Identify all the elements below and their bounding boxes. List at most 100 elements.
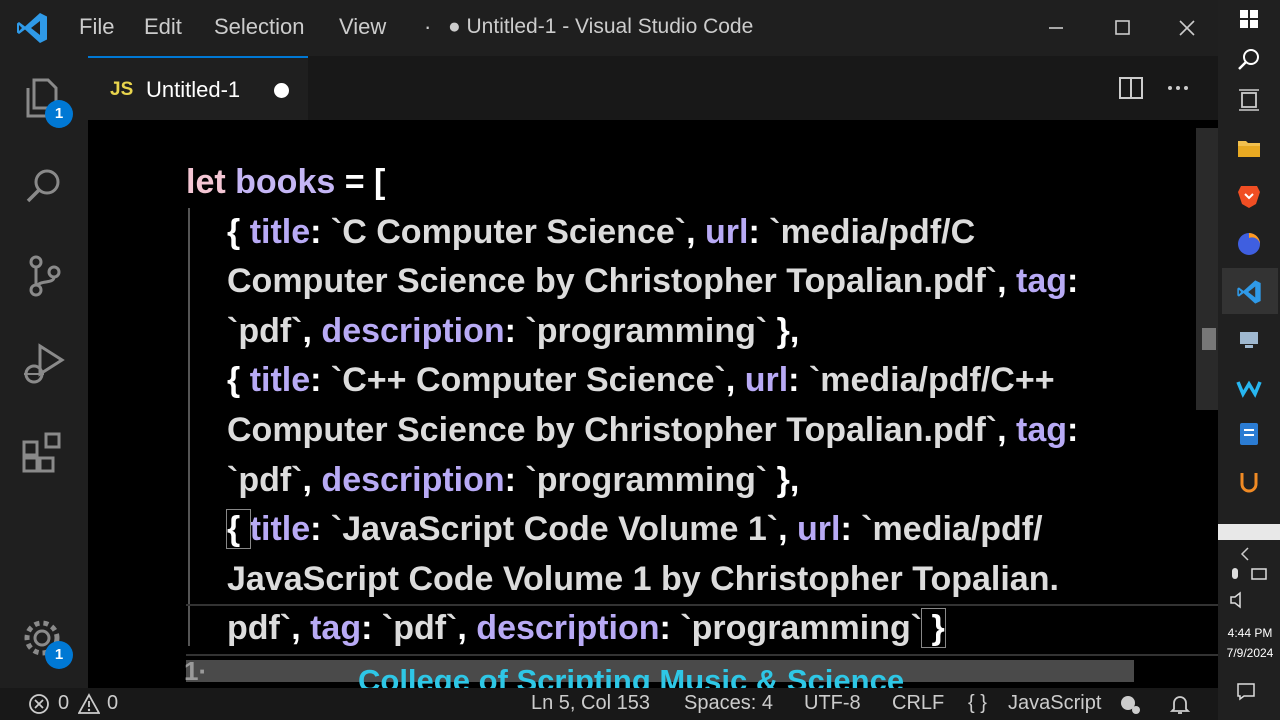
punct: : bbox=[361, 609, 382, 648]
vscode-logo-icon[interactable] bbox=[14, 10, 50, 46]
run-debug-icon[interactable] bbox=[20, 340, 68, 388]
punct: , bbox=[725, 361, 745, 400]
extensions-icon[interactable] bbox=[20, 428, 68, 476]
string: `C++ Computer Science` bbox=[330, 361, 726, 400]
menu-file[interactable]: File bbox=[79, 14, 114, 40]
word-document-icon[interactable] bbox=[1235, 420, 1263, 448]
punct: , bbox=[778, 510, 797, 549]
punct: : bbox=[659, 609, 681, 648]
code-line: pdf`, tag: `pdf`, description: `programm… bbox=[186, 604, 1206, 654]
property: url bbox=[744, 361, 789, 400]
operator: = [ bbox=[335, 163, 386, 201]
code-line: `pdf`, description: `programming` }, bbox=[186, 307, 1206, 357]
javascript-file-icon: JS bbox=[110, 79, 134, 100]
explorer-badge: 1 bbox=[45, 100, 73, 128]
menu-more[interactable]: · bbox=[424, 14, 431, 40]
code-text[interactable]: let books = [ { title: `C Computer Scien… bbox=[186, 158, 1206, 654]
bell-icon[interactable] bbox=[1168, 692, 1192, 716]
warning-icon[interactable] bbox=[78, 693, 100, 715]
property: tag bbox=[1016, 410, 1068, 449]
string: `media/pdf/C++ bbox=[808, 361, 1055, 400]
code-line: { title: `C++ Computer Science`, url: `m… bbox=[186, 356, 1206, 406]
cursor-position[interactable]: Ln 5, Col 153 bbox=[531, 692, 650, 715]
windows-start-icon[interactable] bbox=[1238, 8, 1260, 30]
punct: : bbox=[788, 361, 809, 400]
settings-badge: 1 bbox=[45, 641, 73, 669]
search-icon[interactable] bbox=[1235, 46, 1263, 74]
menu-selection[interactable]: Selection bbox=[214, 14, 305, 40]
bracket-match: } bbox=[921, 608, 946, 649]
property: description bbox=[476, 609, 660, 648]
notification-icon[interactable] bbox=[1235, 680, 1257, 702]
encoding[interactable]: UTF-8 bbox=[804, 692, 861, 715]
punct: , bbox=[686, 212, 706, 251]
keyword: let bbox=[186, 163, 226, 201]
vertical-scrollbar[interactable] bbox=[1196, 128, 1218, 410]
search-icon[interactable] bbox=[20, 162, 68, 210]
unsaved-dot-icon[interactable] bbox=[274, 83, 289, 98]
chevron-left-icon[interactable] bbox=[1235, 544, 1255, 564]
file-explorer-icon[interactable] bbox=[1235, 134, 1263, 162]
language-mode[interactable]: JavaScript bbox=[1008, 692, 1101, 715]
string: `pdf` bbox=[227, 311, 303, 350]
punct: , bbox=[997, 410, 1017, 449]
task-view-icon[interactable] bbox=[1235, 86, 1263, 114]
menu-edit[interactable]: Edit bbox=[144, 14, 182, 40]
vscode-taskbar-icon[interactable] bbox=[1235, 278, 1263, 306]
code-line: Computer Science by Christopher Topalian… bbox=[186, 406, 1206, 456]
split-editor-icon[interactable] bbox=[1117, 74, 1145, 102]
property: title bbox=[249, 361, 311, 400]
network-computer-icon[interactable] bbox=[1235, 326, 1263, 354]
property: description bbox=[321, 460, 505, 499]
clock-date[interactable]: 7/9/2024 bbox=[1222, 646, 1278, 660]
punct: , bbox=[997, 262, 1017, 301]
scrollbar-thumb[interactable] bbox=[1202, 328, 1216, 350]
punct: : bbox=[748, 212, 770, 251]
activity-bar: 1 1 bbox=[0, 56, 88, 688]
window-title: ● Untitled-1 - Visual Studio Code bbox=[448, 15, 754, 38]
minimize-icon[interactable] bbox=[1038, 12, 1074, 44]
line-ending[interactable]: CRLF bbox=[892, 692, 944, 715]
string: JavaScript Code Volume 1 by Christopher … bbox=[227, 559, 1059, 598]
error-count[interactable]: 0 bbox=[58, 692, 69, 715]
app-icon[interactable] bbox=[1235, 374, 1263, 402]
mic-network-icon[interactable] bbox=[1228, 566, 1272, 586]
code-line: `pdf`, description: `programming` }, bbox=[186, 456, 1206, 506]
taskbar-scroller[interactable] bbox=[1218, 524, 1280, 540]
string: `programming` bbox=[525, 460, 768, 499]
string: `programming` bbox=[680, 609, 923, 648]
string: Computer Science by Christopher Topalian… bbox=[227, 262, 998, 301]
string: `pdf` bbox=[227, 460, 303, 499]
code-editor[interactable]: let books = [ { title: `C Computer Scien… bbox=[88, 120, 1218, 698]
indentation[interactable]: Spaces: 4 bbox=[684, 692, 773, 715]
more-actions-icon[interactable] bbox=[1164, 74, 1192, 102]
property: tag bbox=[1016, 262, 1068, 301]
property: url bbox=[705, 212, 749, 251]
punct: : bbox=[504, 311, 526, 350]
punct: , bbox=[302, 460, 322, 499]
maximize-icon[interactable] bbox=[1104, 12, 1140, 44]
string: `pdf` bbox=[381, 609, 458, 648]
menu-view[interactable]: View bbox=[339, 14, 386, 40]
string: `C Computer Science` bbox=[330, 212, 687, 251]
firefox-icon[interactable] bbox=[1235, 230, 1263, 258]
property: title bbox=[249, 510, 311, 549]
source-control-icon[interactable] bbox=[20, 252, 68, 300]
punct: { bbox=[227, 361, 250, 400]
app-icon[interactable] bbox=[1235, 468, 1263, 496]
property: description bbox=[321, 311, 505, 350]
property: url bbox=[797, 510, 841, 549]
braces-icon[interactable]: { } bbox=[968, 692, 987, 715]
copilot-icon[interactable] bbox=[1118, 692, 1142, 716]
warning-count[interactable]: 0 bbox=[107, 692, 118, 715]
volume-icon[interactable] bbox=[1228, 590, 1250, 610]
clock-time[interactable]: 4:44 PM bbox=[1226, 626, 1274, 640]
status-bar: 0 0 Ln 5, Col 153 Spaces: 4 UTF-8 CRLF {… bbox=[0, 688, 1218, 720]
punct: : bbox=[1067, 410, 1079, 449]
tab-untitled-1[interactable]: JS Untitled-1 bbox=[88, 56, 308, 120]
string: `JavaScript Code Volume 1` bbox=[330, 510, 779, 549]
property: tag bbox=[310, 609, 362, 648]
brave-browser-icon[interactable] bbox=[1235, 182, 1263, 210]
error-icon[interactable] bbox=[28, 693, 50, 715]
close-icon[interactable] bbox=[1169, 12, 1205, 44]
